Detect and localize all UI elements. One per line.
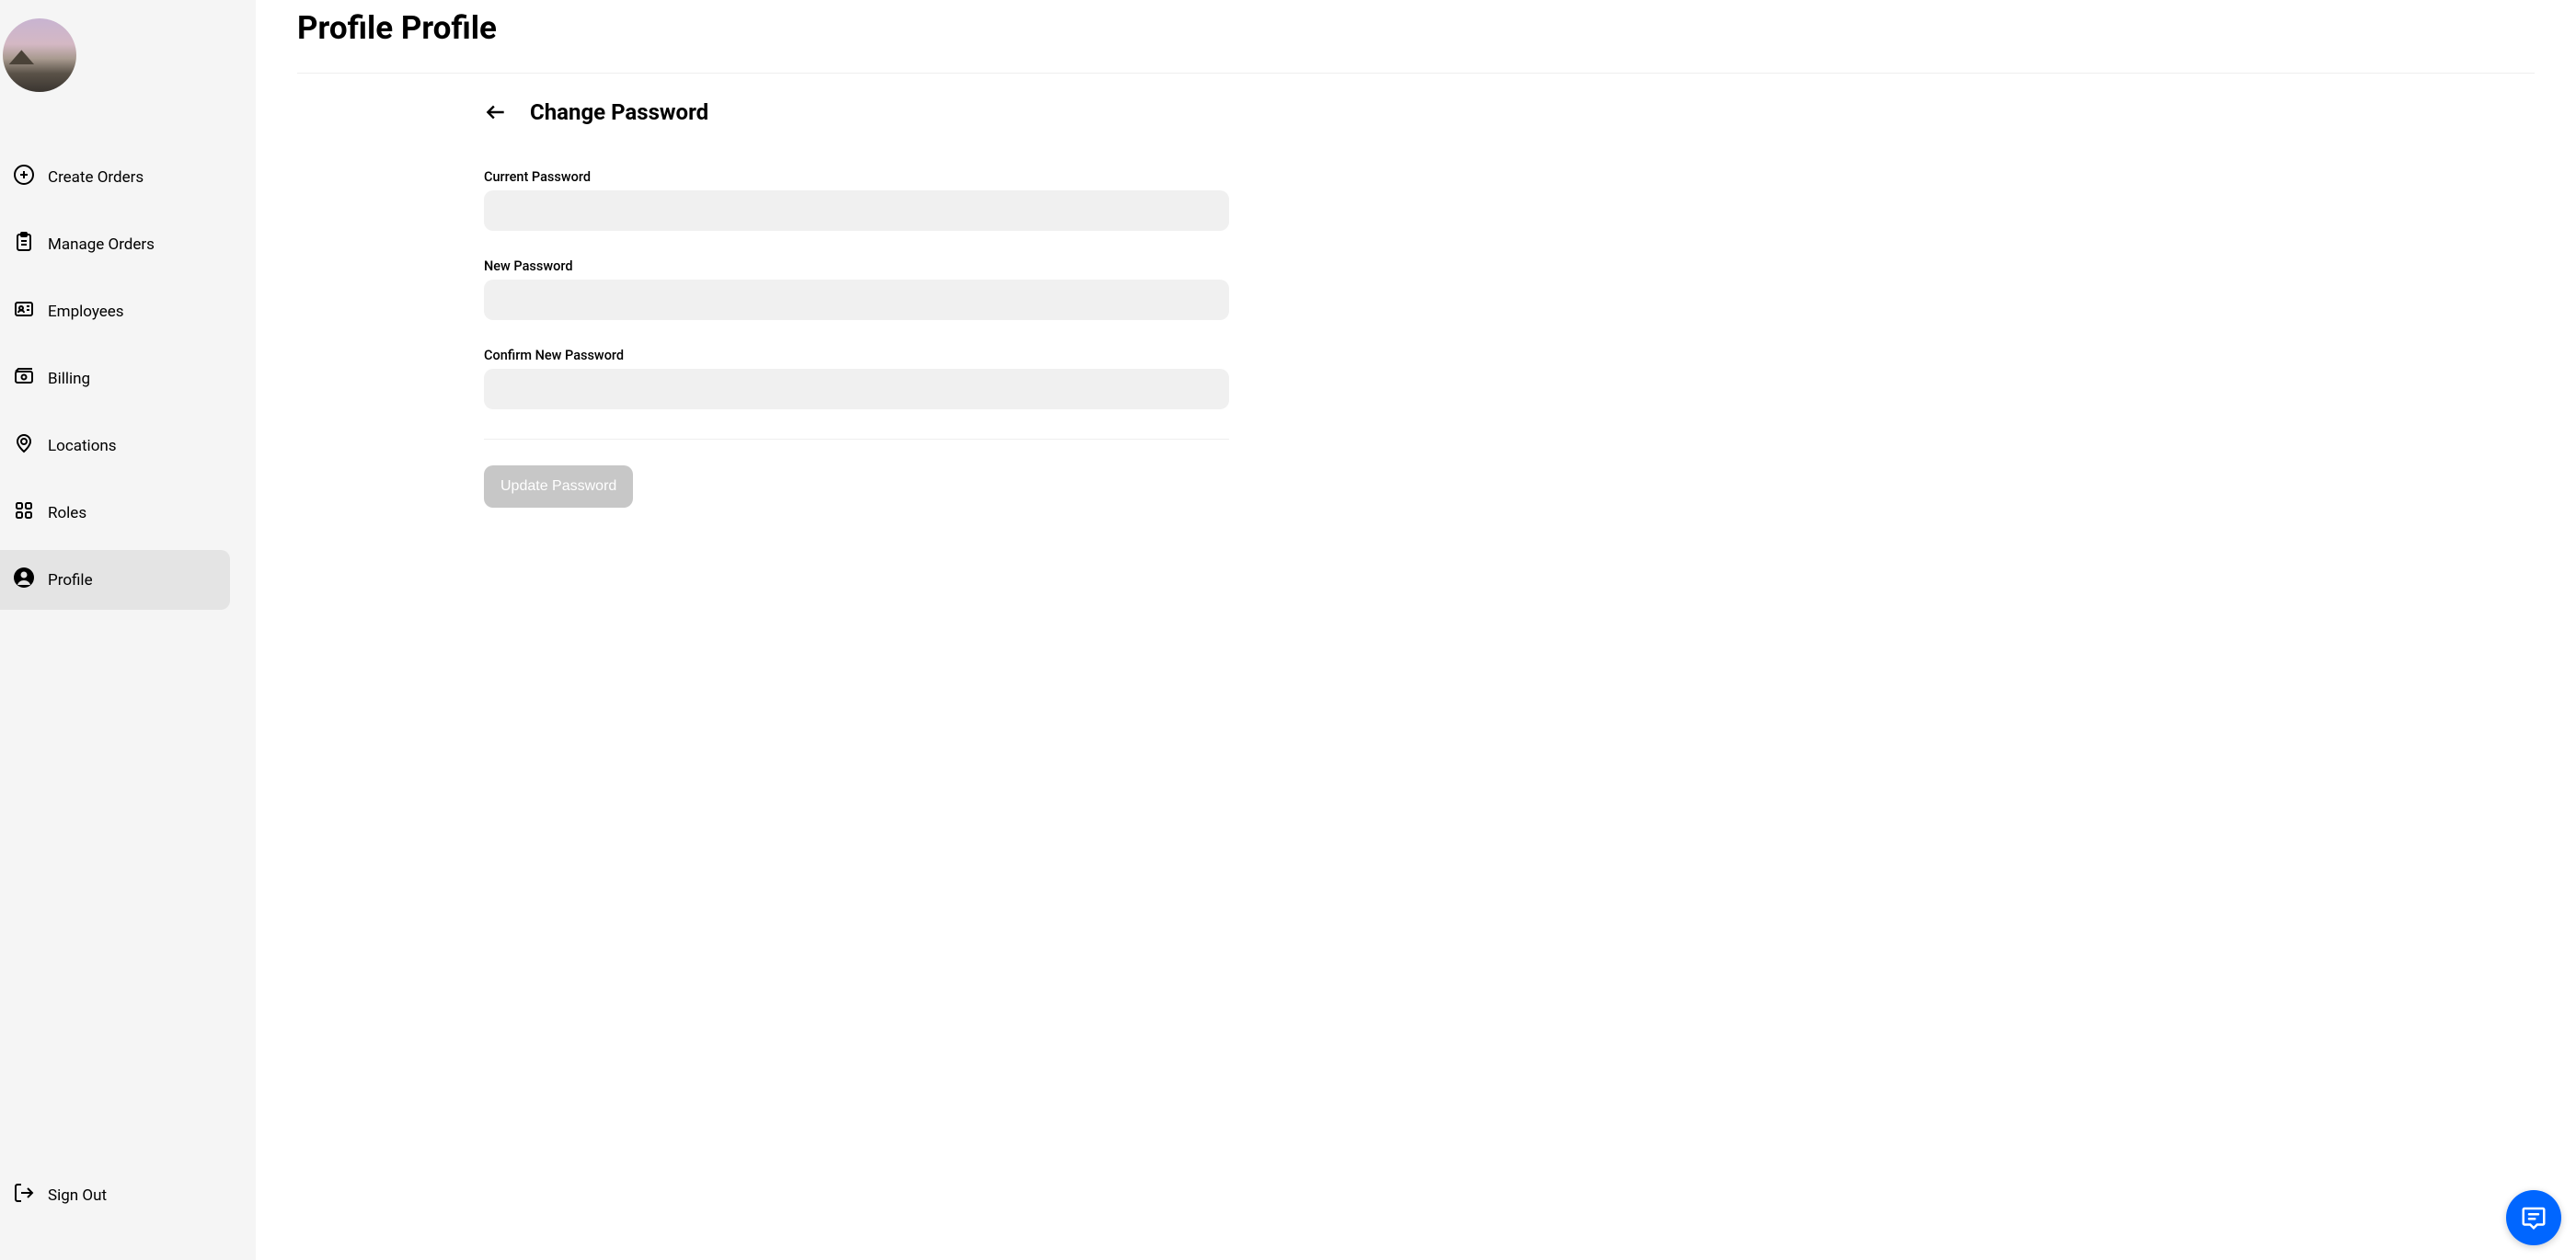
section-header: Change Password bbox=[484, 99, 1229, 125]
sidebar-item-label: Locations bbox=[48, 437, 117, 455]
avatar[interactable] bbox=[3, 18, 76, 92]
sidebar-item-label: Employees bbox=[48, 303, 124, 321]
sidebar-item-billing[interactable]: Billing bbox=[0, 349, 230, 408]
sidebar-item-employees[interactable]: Employees bbox=[0, 281, 230, 341]
clipboard-icon bbox=[13, 231, 35, 258]
sidebar-item-profile[interactable]: Profile bbox=[0, 550, 230, 610]
chat-icon bbox=[2520, 1204, 2547, 1231]
plus-circle-icon bbox=[13, 164, 35, 190]
sidebar-item-locations[interactable]: Locations bbox=[0, 416, 230, 475]
sidebar-item-sign-out[interactable]: Sign Out bbox=[0, 1165, 230, 1225]
change-password-form: Change Password Current Password New Pas… bbox=[484, 99, 1229, 508]
grid-icon bbox=[13, 499, 35, 526]
sidebar-item-create-orders[interactable]: Create Orders bbox=[0, 147, 230, 207]
field-label: New Password bbox=[484, 258, 1229, 274]
field-confirm-password: Confirm New Password bbox=[484, 348, 1229, 409]
new-password-input[interactable] bbox=[484, 280, 1229, 320]
sidebar-item-label: Roles bbox=[48, 504, 86, 522]
field-label: Current Password bbox=[484, 169, 1229, 185]
back-button[interactable] bbox=[484, 100, 508, 124]
main-content: Profile Profile Change Password Current … bbox=[256, 0, 2576, 1260]
update-password-button[interactable]: Update Password bbox=[484, 465, 633, 508]
current-password-input[interactable] bbox=[484, 190, 1229, 231]
sidebar-item-roles[interactable]: Roles bbox=[0, 483, 230, 543]
nav-list: Create Orders Manage Orders bbox=[0, 147, 256, 1260]
field-label: Confirm New Password bbox=[484, 348, 1229, 363]
sidebar-item-manage-orders[interactable]: Manage Orders bbox=[0, 214, 230, 274]
field-current-password: Current Password bbox=[484, 169, 1229, 231]
form-divider bbox=[484, 439, 1229, 440]
page-title: Profile Profile bbox=[297, 9, 2535, 47]
divider bbox=[297, 73, 2535, 74]
sidebar-item-label: Profile bbox=[48, 571, 93, 590]
sidebar-item-label: Billing bbox=[48, 370, 90, 388]
sidebar-item-label: Create Orders bbox=[48, 168, 144, 187]
map-pin-icon bbox=[13, 432, 35, 459]
confirm-password-input[interactable] bbox=[484, 369, 1229, 409]
sign-out-icon bbox=[13, 1182, 35, 1208]
arrow-left-icon bbox=[484, 100, 508, 124]
section-title: Change Password bbox=[530, 99, 708, 125]
field-new-password: New Password bbox=[484, 258, 1229, 320]
sidebar-item-label: Manage Orders bbox=[48, 235, 155, 254]
sidebar-item-label: Sign Out bbox=[48, 1186, 107, 1205]
user-circle-icon bbox=[13, 567, 35, 593]
cash-icon bbox=[13, 365, 35, 392]
chat-widget-button[interactable] bbox=[2506, 1190, 2561, 1245]
id-badge-icon bbox=[13, 298, 35, 325]
sidebar: Create Orders Manage Orders bbox=[0, 0, 256, 1260]
